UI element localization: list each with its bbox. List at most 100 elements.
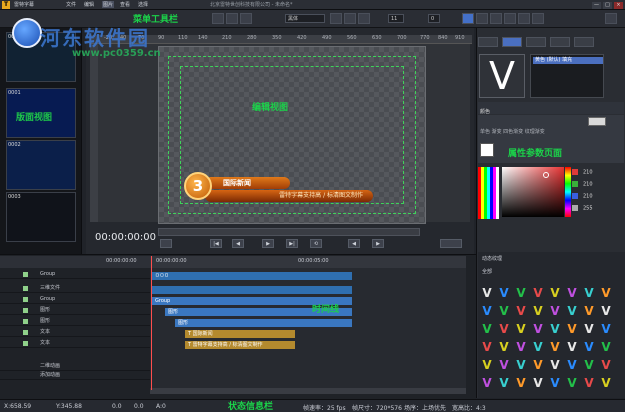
texture-style-cell[interactable]: V [582, 286, 596, 300]
texture-style-cell[interactable]: V [582, 304, 596, 318]
texture-style-cell[interactable]: V [548, 358, 562, 372]
texture-style-cell[interactable]: V [497, 304, 511, 318]
texture-style-cell[interactable]: V [582, 340, 596, 354]
texture-style-cell[interactable]: V [480, 322, 494, 336]
timeline-clip[interactable]: 图形 [175, 319, 352, 327]
texture-style-cell[interactable]: V [565, 304, 579, 318]
timeline-row[interactable]: 添加动画 [0, 371, 150, 380]
eye-icon[interactable] [23, 272, 28, 277]
texture-style-cell[interactable]: V [514, 322, 528, 336]
texture-style-cell[interactable]: V [582, 376, 596, 390]
toolbar-align-justify-icon[interactable] [504, 13, 516, 24]
texture-style-cell[interactable]: V [565, 340, 579, 354]
panel-tab-style-icon[interactable] [502, 37, 522, 47]
eye-icon[interactable] [23, 319, 28, 324]
timeline-playhead[interactable] [151, 256, 152, 390]
minimize-button[interactable]: — [592, 2, 601, 9]
texture-style-cell[interactable]: V [531, 304, 545, 318]
texture-style-cell[interactable]: V [548, 322, 562, 336]
texture-style-cell[interactable]: V [480, 286, 494, 300]
style-list[interactable]: 黄色 (默认) 填充 [530, 54, 604, 98]
toolbar-grid-icon[interactable] [226, 13, 238, 24]
texture-style-cell[interactable]: V [599, 286, 613, 300]
texture-style-cell[interactable]: V [514, 358, 528, 372]
menu-edit[interactable]: 编辑 [84, 1, 94, 8]
texture-style-cell[interactable]: V [531, 322, 545, 336]
toolbar-align-left-icon[interactable] [462, 13, 474, 24]
timeline-scrollbar[interactable] [150, 388, 466, 394]
toolbar-table-icon[interactable] [518, 13, 530, 24]
output-button[interactable] [440, 239, 462, 248]
timeline-clip[interactable]: ㅁㅁㅁ [152, 272, 352, 280]
mark-out-button[interactable]: ▶ [372, 239, 384, 248]
texture-style-cell[interactable]: V [531, 358, 545, 372]
menu-view[interactable]: 查看 [120, 1, 130, 8]
blue-value-row[interactable]: 210 [572, 193, 593, 200]
texture-style-cell[interactable]: V [497, 286, 511, 300]
panel-tab-transform-icon[interactable] [526, 37, 546, 47]
color-swatch-palette[interactable] [478, 167, 499, 219]
texture-style-cell[interactable]: V [548, 340, 562, 354]
texture-style-cell[interactable]: V [548, 304, 562, 318]
go-start-button[interactable]: |◀ [210, 239, 222, 248]
picker-cursor-icon[interactable] [543, 172, 549, 178]
texture-style-cell[interactable]: V [565, 358, 579, 372]
toolbar-align-center-icon[interactable] [476, 13, 488, 24]
alpha-value-row[interactable]: 255 [572, 205, 593, 212]
texture-style-cell[interactable]: V [531, 340, 545, 354]
texture-style-cell[interactable]: V [531, 376, 545, 390]
timeline-row[interactable]: Group [0, 270, 150, 279]
texture-style-cell[interactable]: V [514, 304, 528, 318]
eye-icon[interactable] [23, 330, 28, 335]
eye-icon[interactable] [23, 297, 28, 302]
toolbar-italic-icon[interactable] [344, 13, 356, 24]
timeline-row[interactable]: 图形 [0, 317, 150, 326]
panel-tab-settings-icon[interactable] [478, 37, 498, 47]
scrub-bar[interactable] [158, 228, 420, 236]
timeline-row[interactable]: 文本 [0, 328, 150, 337]
texture-style-cell[interactable]: V [599, 340, 613, 354]
color-preview-swatch[interactable] [588, 117, 606, 126]
green-value-row[interactable]: 210 [572, 181, 593, 188]
texture-style-cell[interactable]: V [497, 376, 511, 390]
texture-style-cell[interactable]: V [514, 286, 528, 300]
red-value-row[interactable]: 210 [572, 169, 593, 176]
texture-style-cell[interactable]: V [480, 376, 494, 390]
close-button[interactable]: × [614, 2, 623, 9]
toolbar-align-right-icon[interactable] [490, 13, 502, 24]
banner-title[interactable]: 国际新闻 [205, 177, 290, 189]
timeline-row[interactable]: 文本 [0, 339, 150, 348]
toolbar-bold-icon[interactable] [330, 13, 342, 24]
texture-style-cell[interactable]: V [514, 340, 528, 354]
toolbar-underline-icon[interactable] [358, 13, 370, 24]
toolbar-zoom-icon[interactable] [240, 13, 252, 24]
texture-style-cell[interactable]: V [582, 358, 596, 372]
texture-style-cell[interactable]: V [599, 358, 613, 372]
screen-icon[interactable] [160, 239, 172, 248]
texture-style-cell[interactable]: V [497, 322, 511, 336]
thumbnail-0003[interactable]: 0003 [6, 192, 76, 242]
toolbar-settings-icon[interactable] [605, 13, 617, 24]
texture-style-cell[interactable]: V [480, 304, 494, 318]
texture-style-cell[interactable]: V [531, 286, 545, 300]
texture-style-cell[interactable]: V [497, 340, 511, 354]
panel-tab-layers-icon[interactable] [550, 37, 570, 47]
prev-frame-button[interactable]: ◀ [232, 239, 244, 248]
eye-icon[interactable] [23, 341, 28, 346]
texture-style-cell[interactable]: V [599, 376, 613, 390]
banner-subtitle[interactable]: 雷特字幕支持高 / 标清图文制作 [205, 190, 373, 202]
texture-filter[interactable]: 全部 [482, 268, 492, 275]
font-size-select[interactable]: 11 [388, 14, 404, 23]
timeline-row[interactable]: 图形 [0, 306, 150, 315]
texture-style-cell[interactable]: V [565, 286, 579, 300]
toolbar-columns-icon[interactable] [532, 13, 544, 24]
spacing-input[interactable]: 0 [428, 14, 440, 23]
timeline-row[interactable]: 三维文件 [0, 284, 150, 293]
menu-file[interactable]: 文件 [66, 1, 76, 8]
color-picker-area[interactable] [502, 167, 564, 217]
timeline-clip[interactable]: T 雷特字幕支持高 / 标清图文制作 [185, 341, 295, 349]
next-frame-button[interactable]: ▶| [286, 239, 298, 248]
panel-tab-effects-icon[interactable] [574, 37, 594, 47]
banner-number[interactable]: 3 [184, 172, 212, 200]
play-button[interactable]: ▶ [262, 239, 274, 248]
